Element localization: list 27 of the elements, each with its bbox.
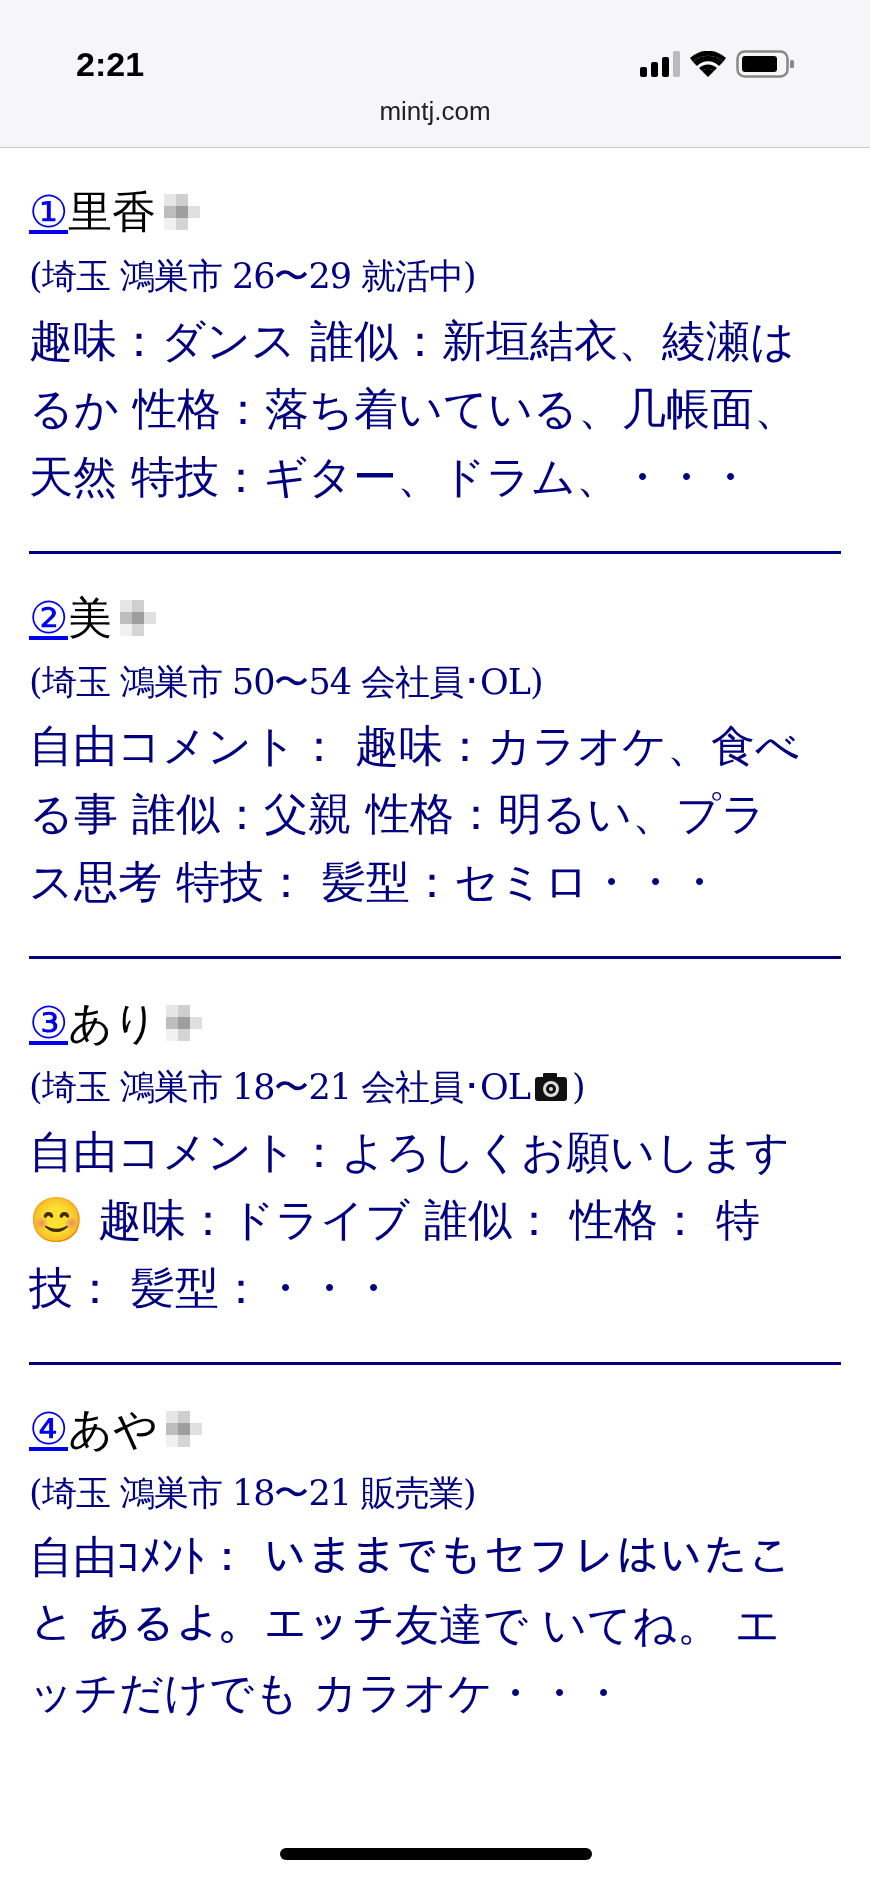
profile-text: 自由コメント：よろしくお願いします😊 趣味：ドライブ 誰似： 性格： 特技： 髪型：・・・ xyxy=(29,1124,791,1315)
signal-icon xyxy=(640,51,680,77)
member-name: 美 xyxy=(68,595,112,640)
entry-number-link[interactable]: ④ xyxy=(29,1406,68,1451)
member-name: 里香 xyxy=(68,190,156,234)
entry-number-link[interactable]: ③ xyxy=(29,1001,68,1045)
member-details: (埼玉 鴻巣市 50〜54 会社員･OL) xyxy=(29,660,543,704)
member-name: あり xyxy=(68,1001,158,1045)
member-details: (埼玉 鴻巣市 26〜29 就活中) xyxy=(29,255,476,298)
profile-text: 趣味：ダンス 誰似：新垣結衣、綾瀬はるか 性格：落ち着いている、几帳面、天然 特技：ギター、ドラム、・・・ xyxy=(29,313,799,504)
entry-number-link[interactable]: ② xyxy=(29,595,68,640)
profile-text: 自由コメント： 趣味：カラオケ、食べる事 誰似：父親 性格：明るい、プラス思考 特技： 髪型：セミロ・・・ xyxy=(29,719,801,909)
entry-number-link[interactable]: ① xyxy=(29,190,68,234)
wifi-icon xyxy=(690,51,726,77)
member-details: (埼玉 鴻巣市 18〜21 販売業) xyxy=(29,1471,476,1515)
member-name: あや xyxy=(68,1406,158,1451)
mosaic-icon xyxy=(120,599,156,636)
status-time: 2:21 xyxy=(76,43,145,85)
mosaic-icon xyxy=(164,194,200,230)
mosaic-icon xyxy=(166,1410,202,1447)
member-details: (埼玉 鴻巣市 18〜21 会社員･OL xyxy=(29,1066,531,1109)
camera-icon xyxy=(534,1072,569,1103)
url-text: mintj.com xyxy=(379,95,491,128)
mosaic-icon xyxy=(166,1005,202,1041)
profile-text: 自由ｺﾒﾝﾄ： いままでもセフレはいたこと あるよ。エッチ友達で いてね。 エッチだけでも カラオケ・・・ xyxy=(29,1530,792,1720)
battery-icon xyxy=(736,50,794,78)
member-details: ) xyxy=(572,1066,585,1109)
